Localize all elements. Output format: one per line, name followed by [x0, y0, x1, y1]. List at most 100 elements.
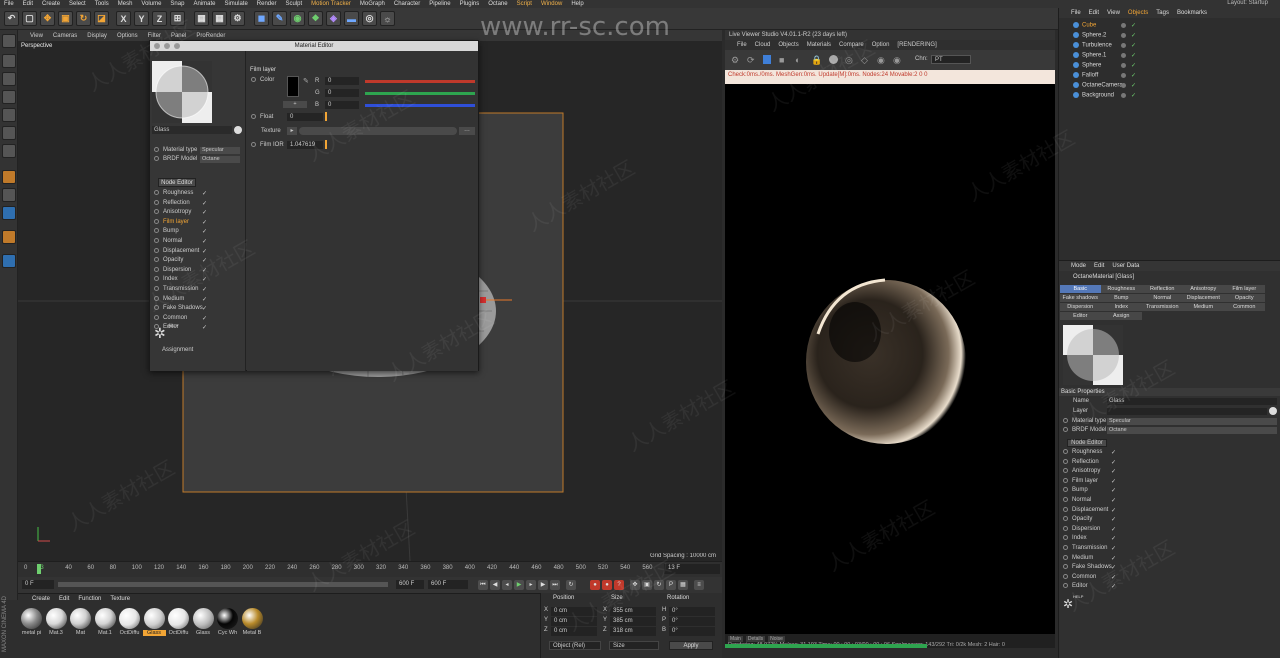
menu-edit[interactable]: Edit	[23, 1, 33, 7]
channel-checkbox[interactable]: ✓	[1111, 459, 1116, 466]
channel-fake-shadows[interactable]: Fake Shadows ✓	[154, 305, 207, 312]
r-value-field[interactable]: 0	[325, 77, 359, 85]
channel-anisotropy[interactable]: Anisotropy ✓	[154, 209, 207, 216]
focus-picker-icon[interactable]: ◎	[845, 55, 853, 66]
enable-axis-icon[interactable]	[2, 170, 16, 184]
menu-create[interactable]: Create	[42, 1, 60, 7]
basic-properties-header[interactable]: Basic Properties	[1059, 388, 1280, 396]
channel-checkbox[interactable]: ✓	[1111, 468, 1116, 475]
am-tab-displacement[interactable]: Displacement	[1183, 294, 1224, 302]
layout-selector[interactable]: Layout: Startup	[1227, 0, 1268, 6]
om-menu-edit[interactable]: Edit	[1089, 10, 1099, 16]
pin-icon[interactable]: ◉	[877, 55, 885, 66]
channel-checkbox[interactable]: ✓	[1111, 497, 1116, 504]
prev-frame-icon[interactable]: ◂	[502, 580, 512, 590]
channel-film-layer[interactable]: Film layer ✓	[154, 218, 207, 226]
cloner-icon[interactable]: ❖	[308, 11, 323, 26]
channel-dot-icon[interactable]	[154, 276, 159, 282]
channel-reflection[interactable]: Reflection ✓	[154, 199, 207, 207]
channel-normal[interactable]: Normal ✓	[154, 238, 207, 245]
loop-icon[interactable]: ↻	[566, 580, 576, 590]
material-menu-edit[interactable]: Edit	[59, 596, 69, 602]
attribute-material-preview[interactable]	[1063, 325, 1123, 385]
b-value-field[interactable]: 0	[325, 101, 359, 109]
coord-mode-select[interactable]: Object (Rel)	[549, 641, 601, 650]
material-sphere-icon[interactable]	[829, 55, 838, 64]
minimize-window-icon[interactable]	[164, 43, 170, 49]
enable-check-icon[interactable]: ✓	[1131, 72, 1136, 79]
texture-add-button[interactable]: ▸	[287, 127, 297, 135]
channel-dot-icon[interactable]	[1063, 554, 1068, 560]
axis-z-icon[interactable]: Z	[152, 11, 167, 26]
enable-check-icon[interactable]: ✓	[1131, 62, 1136, 69]
channel-dot-icon[interactable]	[1063, 449, 1068, 454]
channel-dot-icon[interactable]	[154, 324, 159, 330]
channel-checkbox[interactable]: ✓	[1111, 535, 1116, 542]
material-swatch[interactable]: OctDiffu	[118, 608, 141, 636]
am-channel-bump[interactable]: Bump ✓	[1063, 487, 1116, 494]
om-menu-view[interactable]: View	[1107, 10, 1120, 16]
next-key-icon[interactable]: ▶	[538, 580, 548, 590]
material-swatch[interactable]: Mat	[69, 608, 92, 636]
visibility-dots-icon[interactable]	[1121, 83, 1126, 88]
axis-handle[interactable]	[480, 297, 486, 303]
send-scene-icon[interactable]: ⟳	[747, 55, 755, 66]
anim-dot-icon[interactable]	[1063, 418, 1068, 423]
menu-file[interactable]: File	[4, 1, 14, 7]
channel-dot-icon[interactable]	[1063, 564, 1068, 570]
am-menu-user-data[interactable]: User Data	[1112, 263, 1139, 269]
channel-checkbox[interactable]: ✓	[202, 228, 207, 235]
r-slider[interactable]	[365, 80, 475, 83]
next-frame-icon[interactable]: ▸	[526, 580, 536, 590]
float-value-field[interactable]: 0	[287, 113, 323, 121]
am-channel-fake-shadows[interactable]: Fake Shadows ✓	[1063, 564, 1116, 571]
close-window-icon[interactable]	[154, 43, 160, 49]
channel-dot-icon[interactable]	[1063, 525, 1068, 531]
menu-select[interactable]: Select	[69, 1, 86, 7]
menu-render[interactable]: Render	[257, 1, 277, 7]
am-tab-medium[interactable]: Medium	[1183, 303, 1224, 311]
render-settings-icon[interactable]: ⚙	[230, 11, 245, 26]
am-tab-dispersion[interactable]: Dispersion	[1060, 303, 1101, 311]
channel-dot-icon[interactable]	[1063, 497, 1068, 502]
channel-checkbox[interactable]: ✓	[202, 190, 207, 197]
model-mode-icon[interactable]	[2, 54, 16, 68]
am-channel-medium[interactable]: Medium ✓	[1063, 554, 1116, 562]
anim-dot-icon[interactable]	[251, 142, 256, 147]
am-tab-film-layer[interactable]: Film layer	[1224, 285, 1265, 293]
material-menu-function[interactable]: Function	[78, 596, 101, 602]
enable-check-icon[interactable]: ✓	[1131, 32, 1136, 39]
brdf-model-select[interactable]: Octane	[200, 156, 240, 163]
rotation-field[interactable]: 0°	[669, 607, 715, 616]
maximize-window-icon[interactable]	[174, 43, 180, 49]
channel-roughness[interactable]: Roughness ✓	[154, 190, 207, 197]
am-channel-film-layer[interactable]: Film layer ✓	[1063, 477, 1116, 485]
channel-dot-icon[interactable]	[1063, 545, 1068, 550]
object-row[interactable]: Sphere.1	[1073, 52, 1106, 59]
menu-snap[interactable]: Snap	[170, 1, 184, 7]
am-tab-index[interactable]: Index	[1101, 303, 1142, 311]
menu-character[interactable]: Character	[394, 1, 420, 7]
size-field[interactable]: 355 cm	[610, 607, 656, 616]
channel-dot-icon[interactable]	[154, 209, 159, 215]
channel-dot-icon[interactable]	[154, 314, 159, 320]
camera-icon[interactable]: ◎	[362, 11, 377, 26]
visibility-dots-icon[interactable]	[1121, 23, 1126, 28]
menu-script[interactable]: Script	[517, 1, 532, 7]
material-swatch[interactable]: Glass	[192, 608, 215, 636]
tweak-icon[interactable]	[2, 188, 16, 202]
axis-y-icon[interactable]: Y	[134, 11, 149, 26]
enable-check-icon[interactable]: ✓	[1131, 42, 1136, 49]
pause-icon[interactable]	[763, 55, 771, 64]
floor-icon[interactable]: ▬	[344, 11, 359, 26]
points-mode-icon[interactable]	[2, 108, 16, 122]
visibility-dots-icon[interactable]	[1121, 73, 1126, 78]
channel-checkbox[interactable]: ✓	[202, 238, 207, 245]
channel-checkbox[interactable]: ✓	[202, 257, 207, 264]
channel-editor[interactable]: Editor ✓	[154, 324, 207, 331]
clay-mode-icon[interactable]: ◐	[795, 55, 800, 65]
channel-dot-icon[interactable]	[154, 190, 159, 195]
am-tab-common[interactable]: Common	[1224, 303, 1265, 311]
color-swatch[interactable]	[287, 76, 299, 97]
goto-end-icon[interactable]: ⏭	[550, 580, 560, 590]
